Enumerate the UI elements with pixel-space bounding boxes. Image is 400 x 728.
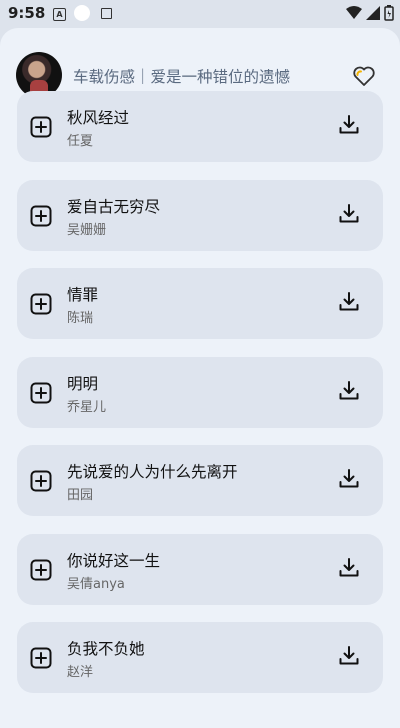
playlist-title: 车载伤感｜爱是一种错位的遗憾 xyxy=(73,68,291,86)
song-item[interactable]: 爱自古无穷尽 吴姗姗 xyxy=(17,179,383,251)
song-title: 秋风经过 xyxy=(67,109,130,127)
notification-a-icon: A xyxy=(53,8,66,21)
download-icon[interactable] xyxy=(337,644,361,668)
notification-circle-icon xyxy=(74,5,90,21)
song-title: 情罪 xyxy=(67,286,99,304)
battery-icon xyxy=(384,5,394,21)
song-artist: 吴姗姗 xyxy=(67,222,107,238)
song-title: 明明 xyxy=(67,374,99,393)
status-bar: 9:58 A xyxy=(0,0,400,28)
song-title: 你说好这一生 xyxy=(67,551,161,570)
add-to-playlist-icon[interactable] xyxy=(29,646,53,670)
song-item[interactable]: 秋风经过 任夏 xyxy=(17,91,383,162)
notification-square-icon xyxy=(101,8,112,19)
wifi-icon xyxy=(346,6,362,19)
status-right-icons xyxy=(346,5,394,21)
download-icon[interactable] xyxy=(337,202,361,226)
add-to-playlist-icon[interactable] xyxy=(29,204,53,228)
download-icon[interactable] xyxy=(337,467,361,491)
add-to-playlist-icon[interactable] xyxy=(29,292,53,316)
song-title: 先说爱的人为什么先离开 xyxy=(67,463,238,481)
song-artist: 乔星儿 xyxy=(67,399,107,415)
song-item[interactable]: 情罪 陈瑞 xyxy=(17,268,383,339)
song-item[interactable]: 先说爱的人为什么先离开 田园 xyxy=(17,445,383,516)
song-item[interactable]: 你说好这一生 吴倩anya xyxy=(17,533,383,605)
song-title: 爱自古无穷尽 xyxy=(67,197,161,216)
song-artist: 田园 xyxy=(67,488,94,503)
song-item[interactable]: 明明 乔星儿 xyxy=(17,356,383,428)
signal-icon xyxy=(366,6,380,20)
add-to-playlist-icon[interactable] xyxy=(29,558,53,582)
favorite-heart-icon[interactable] xyxy=(352,64,376,88)
download-icon[interactable] xyxy=(337,290,361,314)
add-to-playlist-icon[interactable] xyxy=(29,115,53,139)
song-artist: 陈瑞 xyxy=(67,311,94,326)
song-artist: 任夏 xyxy=(67,134,94,149)
song-artist: 吴倩anya xyxy=(67,576,125,592)
song-title: 负我不负她 xyxy=(67,640,145,658)
add-to-playlist-icon[interactable] xyxy=(29,381,53,405)
add-to-playlist-icon[interactable] xyxy=(29,469,53,493)
song-item[interactable]: 负我不负她 赵洋 xyxy=(17,622,383,693)
download-icon[interactable] xyxy=(337,556,361,580)
status-time: 9:58 xyxy=(8,4,46,22)
download-icon[interactable] xyxy=(337,113,361,137)
download-icon[interactable] xyxy=(337,379,361,403)
song-artist: 赵洋 xyxy=(67,665,94,680)
